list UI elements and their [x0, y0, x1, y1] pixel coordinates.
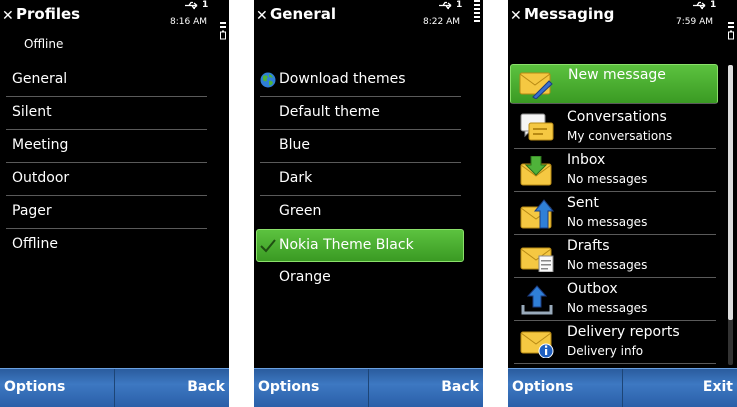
- list-item-meeting[interactable]: Meeting: [6, 130, 207, 163]
- item-subtitle: Delivery info: [567, 344, 644, 358]
- list-item-label: Download themes: [279, 71, 406, 87]
- back-label: Back: [441, 379, 479, 395]
- list-item-drafts[interactable]: Drafts No messages: [514, 235, 716, 278]
- sent-icon: [520, 199, 554, 229]
- options-softkey[interactable]: Options: [0, 369, 115, 407]
- list-item-conversations[interactable]: Conversations My conversations: [514, 106, 716, 149]
- list-item-pager[interactable]: Pager: [6, 196, 207, 229]
- list-item-default-theme[interactable]: Default theme: [260, 97, 461, 130]
- close-icon[interactable]: ✕: [510, 9, 522, 23]
- options-label: Options: [258, 379, 320, 395]
- back-softkey[interactable]: Back: [369, 369, 483, 407]
- softkey-bar: Options Back: [0, 368, 229, 407]
- page-title: General: [270, 5, 336, 23]
- options-label: Options: [512, 379, 574, 395]
- themes-screen: ✕ General 1 8:22 AM Download themes Defa…: [254, 0, 483, 407]
- back-softkey[interactable]: Back: [115, 369, 229, 407]
- item-title: Inbox: [567, 152, 606, 168]
- profiles-screen: ✕ Profiles 1 8:16 AM Offline General Sil…: [0, 0, 229, 407]
- list-item-label: Outdoor: [12, 170, 70, 186]
- item-subtitle: No messages: [567, 301, 648, 315]
- back-label: Back: [187, 379, 225, 395]
- list-item-general[interactable]: General: [6, 64, 207, 97]
- options-label: Options: [4, 379, 66, 395]
- globe-icon: [260, 72, 276, 88]
- options-softkey[interactable]: Options: [508, 369, 623, 407]
- list-item-label: Meeting: [12, 137, 69, 153]
- list-item-label: Orange: [279, 269, 331, 285]
- title-bar: ✕ General 1 8:22 AM: [254, 0, 483, 36]
- list-item-delivery-reports[interactable]: Delivery reports Delivery info: [514, 321, 716, 364]
- list-item-orange[interactable]: Orange: [260, 262, 461, 295]
- list-item-outdoor[interactable]: Outdoor: [6, 163, 207, 196]
- list-item-sent[interactable]: Sent No messages: [514, 192, 716, 235]
- item-title: Sent: [567, 195, 599, 211]
- clock: 7:59 AM: [676, 17, 713, 27]
- list-item-label: Silent: [12, 104, 52, 120]
- item-title: Delivery reports: [567, 324, 680, 340]
- item-subtitle: No messages: [567, 215, 648, 229]
- item-subtitle: No messages: [567, 258, 648, 272]
- list-item-new-message[interactable]: New message: [510, 64, 718, 104]
- page-title: Messaging: [524, 5, 615, 23]
- exit-label: Exit: [702, 379, 733, 395]
- battery-icon: [728, 22, 734, 40]
- exit-softkey[interactable]: Exit: [623, 369, 737, 407]
- title-bar: ✕ Profiles 1 8:16 AM: [0, 0, 229, 40]
- battery-icon: [220, 22, 226, 40]
- list-item-label: Nokia Theme Black: [279, 237, 414, 253]
- list-item-inbox[interactable]: Inbox No messages: [514, 149, 716, 192]
- status-indicator: 1: [202, 0, 209, 10]
- list-item-dark[interactable]: Dark: [260, 163, 461, 196]
- item-title: Conversations: [567, 109, 667, 125]
- title-bar: ✕ Messaging 1 7:59 AM: [508, 0, 737, 40]
- item-title: Drafts: [567, 238, 610, 254]
- usb-icon: [439, 1, 452, 10]
- list-item-label: Pager: [12, 203, 52, 219]
- list-item-label: General: [12, 71, 68, 87]
- drafts-icon: [520, 247, 554, 272]
- list-item-green[interactable]: Green: [260, 196, 461, 229]
- battery-icon: [474, 0, 480, 22]
- list-item-offline[interactable]: Offline: [6, 229, 207, 262]
- list-item-label: Dark: [279, 170, 313, 186]
- page-title: Profiles: [16, 5, 81, 23]
- active-profile-label: Offline: [24, 37, 64, 51]
- status-indicator: 1: [710, 0, 717, 10]
- list-item-label: Blue: [279, 137, 310, 153]
- outbox-icon: [521, 285, 553, 315]
- status-indicator: 1: [456, 0, 463, 10]
- delivery-reports-icon: [520, 331, 554, 358]
- list-item-download-themes[interactable]: Download themes: [260, 64, 461, 97]
- scrollbar[interactable]: [728, 65, 733, 365]
- clock: 8:16 AM: [170, 17, 207, 27]
- item-title: New message: [568, 67, 666, 83]
- close-icon[interactable]: ✕: [2, 9, 14, 23]
- list-item-nokia-theme-black-selected[interactable]: Nokia Theme Black: [256, 229, 464, 262]
- messaging-screen: ✕ Messaging 1 7:59 AM New message Conver…: [508, 0, 737, 407]
- usb-icon: [693, 1, 706, 10]
- list-item-label: Offline: [12, 236, 58, 252]
- inbox-icon: [520, 156, 552, 186]
- softkey-bar: Options Exit: [508, 368, 737, 407]
- clock: 8:22 AM: [423, 17, 460, 27]
- scrollbar-thumb[interactable]: [728, 65, 733, 320]
- softkey-bar: Options Back: [254, 368, 483, 407]
- list-item-silent[interactable]: Silent: [6, 97, 207, 130]
- options-softkey[interactable]: Options: [254, 369, 369, 407]
- close-icon[interactable]: ✕: [256, 9, 268, 23]
- list-item-blue[interactable]: Blue: [260, 130, 461, 163]
- item-subtitle: My conversations: [567, 129, 673, 143]
- list-item-outbox[interactable]: Outbox No messages: [514, 278, 716, 321]
- list-item-label: Default theme: [279, 104, 380, 120]
- list-item-label: Green: [279, 203, 322, 219]
- checkmark-icon: [260, 239, 276, 253]
- new-message-icon: [519, 72, 553, 99]
- usb-icon: [185, 1, 198, 10]
- conversations-icon: [520, 113, 554, 141]
- item-subtitle: No messages: [567, 172, 648, 186]
- item-title: Outbox: [567, 281, 618, 297]
